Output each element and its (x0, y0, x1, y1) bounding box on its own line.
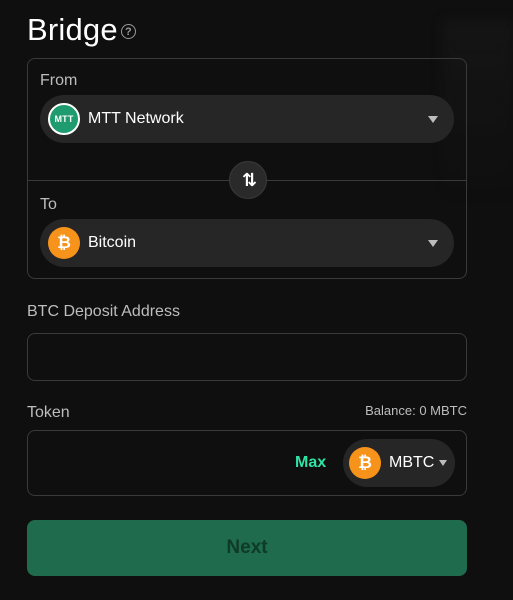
page-title: Bridge (27, 12, 118, 47)
from-label: From (40, 72, 78, 89)
deposit-address-field (27, 333, 467, 381)
token-select[interactable]: ₿ MBTC (343, 439, 455, 487)
chevron-down-icon (439, 460, 447, 466)
deposit-address-input[interactable] (28, 334, 466, 380)
help-icon[interactable]: ? (120, 24, 136, 39)
page-header: Bridge ? (27, 12, 136, 48)
max-button[interactable]: Max (295, 454, 326, 472)
network-card: From MTT MTT Network ⇅ To ₿ Bitcoin (27, 58, 467, 279)
bitcoin-icon: ₿ (48, 227, 80, 259)
deposit-address-label: BTC Deposit Address (27, 303, 180, 320)
to-label: To (40, 196, 57, 213)
next-button[interactable]: Next (27, 520, 467, 576)
bitcoin-icon: ₿ (349, 447, 381, 479)
to-network-label: Bitcoin (88, 234, 137, 251)
mtt-network-icon: MTT (48, 103, 80, 135)
chevron-down-icon (428, 116, 438, 123)
to-network-select[interactable]: ₿ Bitcoin (40, 219, 454, 267)
token-select-label: MBTC (389, 454, 435, 471)
chevron-down-icon (428, 240, 438, 247)
token-balance: Balance: 0 MBTC (365, 403, 467, 418)
token-amount-input[interactable] (28, 431, 283, 495)
swap-networks-button[interactable]: ⇅ (229, 161, 267, 199)
from-network-label: MTT Network (88, 110, 184, 127)
from-network-select[interactable]: MTT MTT Network (40, 95, 454, 143)
token-label: Token (27, 404, 70, 421)
